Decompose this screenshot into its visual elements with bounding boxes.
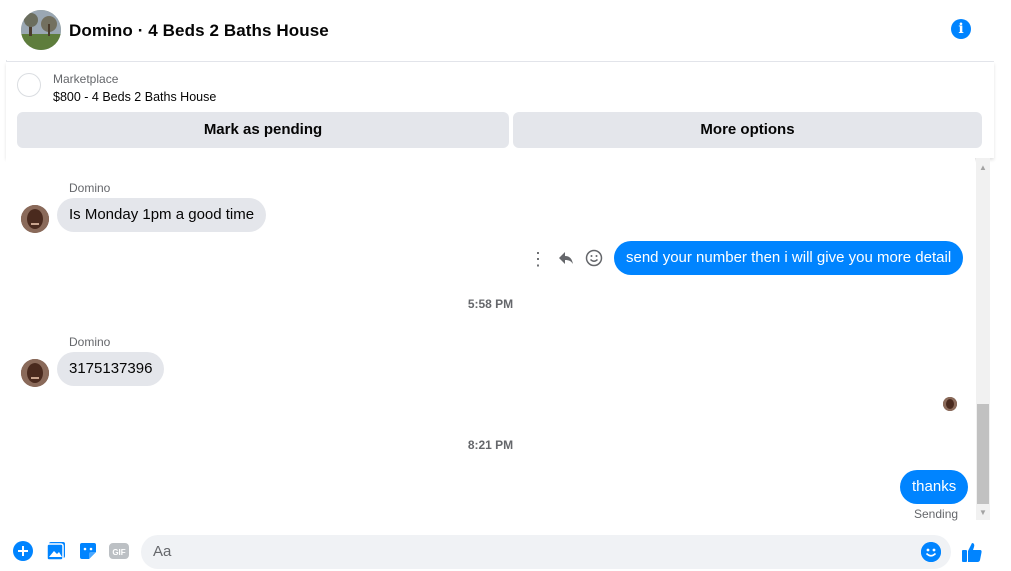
scroll-up-arrow[interactable]: ▲ — [976, 161, 990, 175]
timestamp: 5:58 PM — [467, 297, 514, 311]
conversation-header: Domino · 4 Beds 2 Baths House i — [6, 0, 994, 62]
gif-icon[interactable]: GIF — [109, 541, 129, 561]
listing-title[interactable]: $800 - 4 Beds 2 Baths House — [53, 90, 216, 104]
sender-avatar[interactable] — [21, 205, 49, 233]
emoji-icon[interactable] — [921, 542, 941, 562]
scroll-down-arrow[interactable]: ▼ — [976, 506, 990, 520]
scrollbar-thumb[interactable] — [977, 404, 989, 504]
message-status: Sending — [914, 507, 959, 521]
message-list: Domino Is Monday 1pm a good time ⋮ send … — [6, 158, 975, 528]
message-input[interactable]: Aa — [141, 535, 951, 569]
like-icon[interactable] — [961, 541, 982, 562]
info-icon[interactable]: i — [951, 19, 971, 39]
incoming-message[interactable]: Is Monday 1pm a good time — [57, 198, 267, 232]
more-options-button[interactable]: More options — [513, 112, 982, 148]
sender-avatar[interactable] — [21, 359, 49, 387]
sender-name: Domino — [69, 181, 111, 195]
seen-indicator-avatar — [943, 397, 957, 411]
marketplace-label: Marketplace — [53, 72, 119, 86]
timestamp: 8:21 PM — [467, 438, 514, 452]
listing-thumbnail[interactable] — [17, 73, 41, 97]
sender-name: Domino — [69, 335, 111, 349]
react-icon[interactable] — [583, 249, 605, 271]
outgoing-message[interactable]: thanks — [900, 470, 969, 504]
plus-icon[interactable] — [13, 541, 33, 561]
message-input-placeholder: Aa — [153, 543, 172, 560]
outgoing-message[interactable]: send your number then i will give you mo… — [614, 241, 964, 275]
svg-text:GIF: GIF — [112, 548, 125, 557]
more-actions-icon[interactable]: ⋮ — [527, 249, 549, 269]
image-icon[interactable] — [46, 541, 66, 561]
conversation-title[interactable]: Domino · 4 Beds 2 Baths House — [69, 21, 329, 41]
mark-as-pending-button[interactable]: Mark as pending — [17, 112, 509, 148]
incoming-message[interactable]: 3175137396 — [57, 352, 165, 386]
listing-avatar[interactable] — [21, 10, 61, 50]
reply-icon[interactable] — [555, 249, 577, 271]
sticker-icon[interactable] — [78, 541, 98, 561]
marketplace-panel: Marketplace $800 - 4 Beds 2 Baths House … — [6, 62, 994, 158]
